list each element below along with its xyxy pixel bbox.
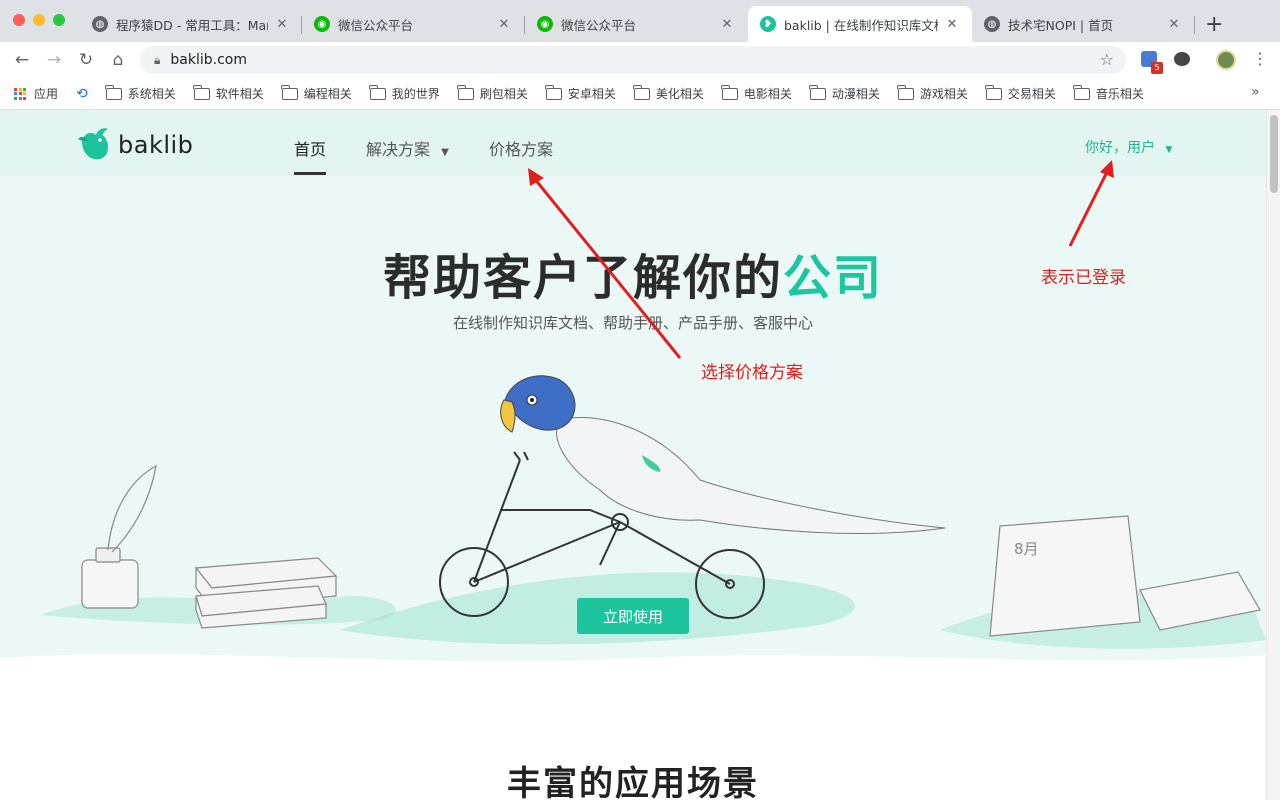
tab-title: 程序猿DD - 常用工具：Markd: [116, 17, 268, 33]
profile-avatar[interactable]: [1216, 50, 1236, 70]
tab-title: baklib | 在线制作知识库文档: [784, 17, 938, 33]
calendar-illustration: [989, 515, 1261, 637]
folder-icon: [281, 84, 298, 100]
folder-icon: [633, 84, 650, 100]
bookmarks-bar: 应用 ⟲ 系统相关 软件相关 编程相关 我的世界 刷包相关 安卓相关 美化相关 …: [0, 78, 1280, 110]
address-bar[interactable]: 🔒︎ baklib.com ☆: [140, 46, 1126, 74]
bookmark-folder[interactable]: 软件相关: [193, 84, 264, 102]
bookmark-folder[interactable]: 电影相关: [721, 84, 792, 102]
close-tab-icon[interactable]: ✕: [1166, 17, 1182, 32]
bookmark-apps[interactable]: 应用: [14, 85, 58, 102]
bookmark-folder[interactable]: 我的世界: [369, 84, 440, 102]
menu-dots-icon[interactable]: ⋮: [1252, 49, 1268, 68]
browser-tab-4-active[interactable]: ❥ baklib | 在线制作知识库文档 ✕: [748, 6, 972, 42]
folder-icon: [1073, 84, 1090, 100]
home-icon[interactable]: ⌂: [104, 46, 132, 74]
wechat-icon: ◉: [537, 16, 553, 32]
browser-tab-2[interactable]: ◉ 微信公众平台 ✕: [302, 6, 524, 42]
start-now-button[interactable]: 立即使用: [577, 598, 689, 634]
browser-tab-3[interactable]: ◉ 微信公众平台 ✕: [525, 6, 747, 42]
tab-title: 微信公众平台: [338, 17, 414, 33]
bookmark-folder[interactable]: 编程相关: [281, 84, 352, 102]
bookmark-folder[interactable]: 交易相关: [985, 84, 1056, 102]
close-tab-icon[interactable]: ✕: [274, 17, 290, 32]
bookmark-label: 交易相关: [1007, 87, 1056, 101]
bookmark-star-icon[interactable]: ☆: [1100, 50, 1114, 69]
bookmark-folder[interactable]: 美化相关: [633, 84, 704, 102]
url-text: baklib.com: [170, 52, 247, 68]
bookmark-history[interactable]: ⟲: [76, 86, 88, 102]
globe-icon: ◍: [92, 16, 108, 32]
wechat-icon: ◉: [314, 16, 330, 32]
extension-badge: 5: [1151, 62, 1163, 74]
folder-icon: [721, 84, 738, 100]
page-viewport: baklib 首页 解决方案 ▼ 价格方案 你好，用户 ▼ 帮助客户了解你的公司…: [0, 110, 1266, 800]
tab-title: 技术宅NOPI | 首页: [1008, 17, 1114, 33]
bookmark-label: 编程相关: [303, 87, 352, 101]
bookmark-label: 系统相关: [127, 87, 176, 101]
zoom-window-button[interactable]: [53, 14, 65, 26]
minimize-window-button[interactable]: [33, 14, 45, 26]
close-window-button[interactable]: [13, 14, 25, 26]
bookmark-label: 应用: [34, 87, 59, 101]
history-icon: ⟲: [76, 85, 88, 102]
browser-tab-5[interactable]: ◍ 技术宅NOPI | 首页 ✕: [972, 6, 1194, 42]
inkwell-quill-illustration: [81, 464, 157, 609]
apps-grid-icon: [14, 87, 26, 100]
bookmark-label: 刷包相关: [479, 87, 528, 101]
bookmark-folder[interactable]: 安卓相关: [545, 84, 616, 102]
browser-toolbar: ← → ↻ ⌂ 🔒︎ baklib.com ☆ 5 ⋮: [0, 42, 1280, 78]
bookmark-folder[interactable]: 系统相关: [105, 84, 176, 102]
folder-icon: [369, 84, 386, 100]
folder-icon: [809, 84, 826, 100]
browser-tab-1[interactable]: ◍ 程序猿DD - 常用工具：Markd ✕: [80, 6, 302, 42]
hero-section: baklib 首页 解决方案 ▼ 价格方案 你好，用户 ▼ 帮助客户了解你的公司…: [0, 110, 1266, 670]
bookmark-label: 电影相关: [743, 87, 792, 101]
tab-title: 微信公众平台: [561, 17, 637, 33]
close-tab-icon[interactable]: ✕: [719, 17, 735, 32]
bookmark-folder[interactable]: 音乐相关: [1073, 84, 1144, 102]
close-tab-icon[interactable]: ✕: [496, 17, 512, 32]
lock-icon: 🔒︎: [154, 52, 161, 67]
baklib-bird-icon: ❥: [760, 16, 776, 32]
bookmark-label: 动漫相关: [831, 87, 880, 101]
new-tab-button[interactable]: +: [1205, 12, 1223, 37]
login-annotation: 表示已登录: [1041, 268, 1126, 288]
scrollbar-thumb[interactable]: [1270, 115, 1278, 193]
folder-icon: [105, 84, 122, 100]
pricing-annotation: 选择价格方案: [701, 363, 803, 383]
bookmark-folder[interactable]: 动漫相关: [809, 84, 880, 102]
page-scrollbar[interactable]: [1266, 110, 1280, 800]
folder-icon: [897, 84, 914, 100]
books-illustration: [194, 557, 338, 629]
close-tab-icon[interactable]: ✕: [944, 17, 960, 32]
folder-icon: [985, 84, 1002, 100]
section-title: 丰富的应用场景: [507, 764, 759, 800]
reload-icon[interactable]: ↻: [72, 46, 100, 74]
folder-icon: [457, 84, 474, 100]
folder-icon: [545, 84, 562, 100]
hero-illustration: 8月: [0, 375, 1266, 670]
back-icon[interactable]: ←: [8, 46, 36, 74]
more-bookmarks-button[interactable]: »: [1251, 84, 1260, 100]
globe-icon: ◍: [984, 16, 1000, 32]
bookmark-folder[interactable]: 游戏相关: [897, 84, 968, 102]
forward-icon[interactable]: →: [40, 46, 68, 74]
bookmark-folder[interactable]: 刷包相关: [457, 84, 528, 102]
folder-icon: [193, 84, 210, 100]
bookmark-label: 音乐相关: [1095, 87, 1144, 101]
bookmark-label: 安卓相关: [567, 87, 616, 101]
extension-icon-2[interactable]: [1174, 52, 1190, 66]
bookmark-label: 软件相关: [215, 87, 264, 101]
browser-chrome: ◍ 程序猿DD - 常用工具：Markd ✕ ◉ 微信公众平台 ✕ ◉ 微信公众…: [0, 0, 1280, 110]
calendar-month: 8月: [1014, 540, 1039, 558]
bookmark-label: 美化相关: [655, 87, 704, 101]
bookmark-label: 游戏相关: [919, 87, 968, 101]
bookmark-label: 我的世界: [391, 87, 440, 101]
